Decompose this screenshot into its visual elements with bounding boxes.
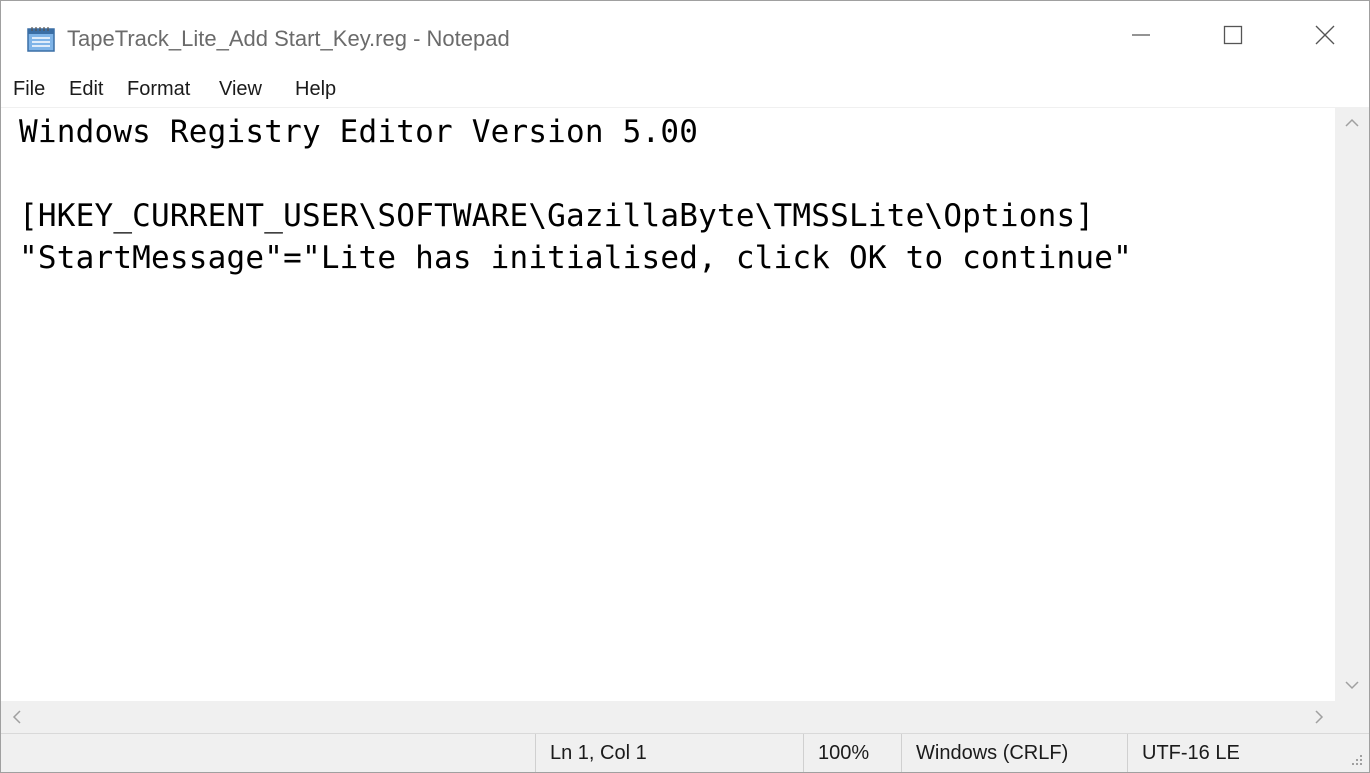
maximize-button[interactable]	[1187, 1, 1279, 69]
status-cursor-position: Ln 1, Col 1	[535, 734, 803, 772]
menu-view[interactable]: View	[219, 75, 262, 103]
notepad-window: TapeTrack_Lite_Add Start_Key.reg - Notep…	[0, 0, 1370, 773]
close-button[interactable]	[1279, 1, 1369, 69]
menu-file[interactable]: File	[13, 75, 45, 103]
status-encoding: UTF-16 LE	[1127, 734, 1337, 772]
chevron-right-icon	[1315, 710, 1324, 724]
window-title: TapeTrack_Lite_Add Start_Key.reg - Notep…	[67, 26, 510, 51]
status-bar: Ln 1, Col 1 100% Windows (CRLF) UTF-16 L…	[1, 733, 1369, 772]
chevron-down-icon	[1345, 681, 1359, 690]
minimize-button[interactable]	[1095, 1, 1187, 69]
menu-format[interactable]: Format	[127, 75, 190, 103]
maximize-icon	[1223, 25, 1243, 45]
notepad-icon	[27, 27, 55, 52]
chevron-up-icon	[1345, 118, 1359, 127]
editor-line-1: Windows Registry Editor Version 5.00	[19, 114, 699, 150]
scroll-left-button[interactable]	[1, 701, 33, 733]
vertical-scrollbar[interactable]	[1335, 107, 1369, 701]
horizontal-scrollbar[interactable]	[1, 701, 1335, 733]
editor-line-4: "StartMessage"="Lite has initialised, cl…	[19, 240, 1132, 276]
editor-line-3: [HKEY_CURRENT_USER\SOFTWARE\GazillaByte\…	[19, 198, 1095, 234]
resize-grip-icon[interactable]	[1345, 748, 1365, 768]
status-zoom: 100%	[803, 734, 901, 772]
scroll-right-button[interactable]	[1303, 701, 1335, 733]
chevron-left-icon	[12, 710, 21, 724]
close-icon	[1315, 25, 1335, 45]
minimize-icon	[1132, 34, 1150, 36]
title-bar[interactable]: TapeTrack_Lite_Add Start_Key.reg - Notep…	[1, 1, 1369, 69]
scroll-up-button[interactable]	[1335, 107, 1369, 139]
status-line-ending: Windows (CRLF)	[901, 734, 1127, 772]
menu-bar: File Edit Format View Help	[1, 73, 1369, 107]
menu-edit[interactable]: Edit	[69, 75, 103, 103]
text-editor[interactable]: Windows Registry Editor Version 5.00 [HK…	[1, 107, 1335, 702]
scrollbar-corner	[1335, 701, 1369, 733]
scroll-down-button[interactable]	[1335, 669, 1369, 701]
menu-help[interactable]: Help	[295, 75, 336, 103]
